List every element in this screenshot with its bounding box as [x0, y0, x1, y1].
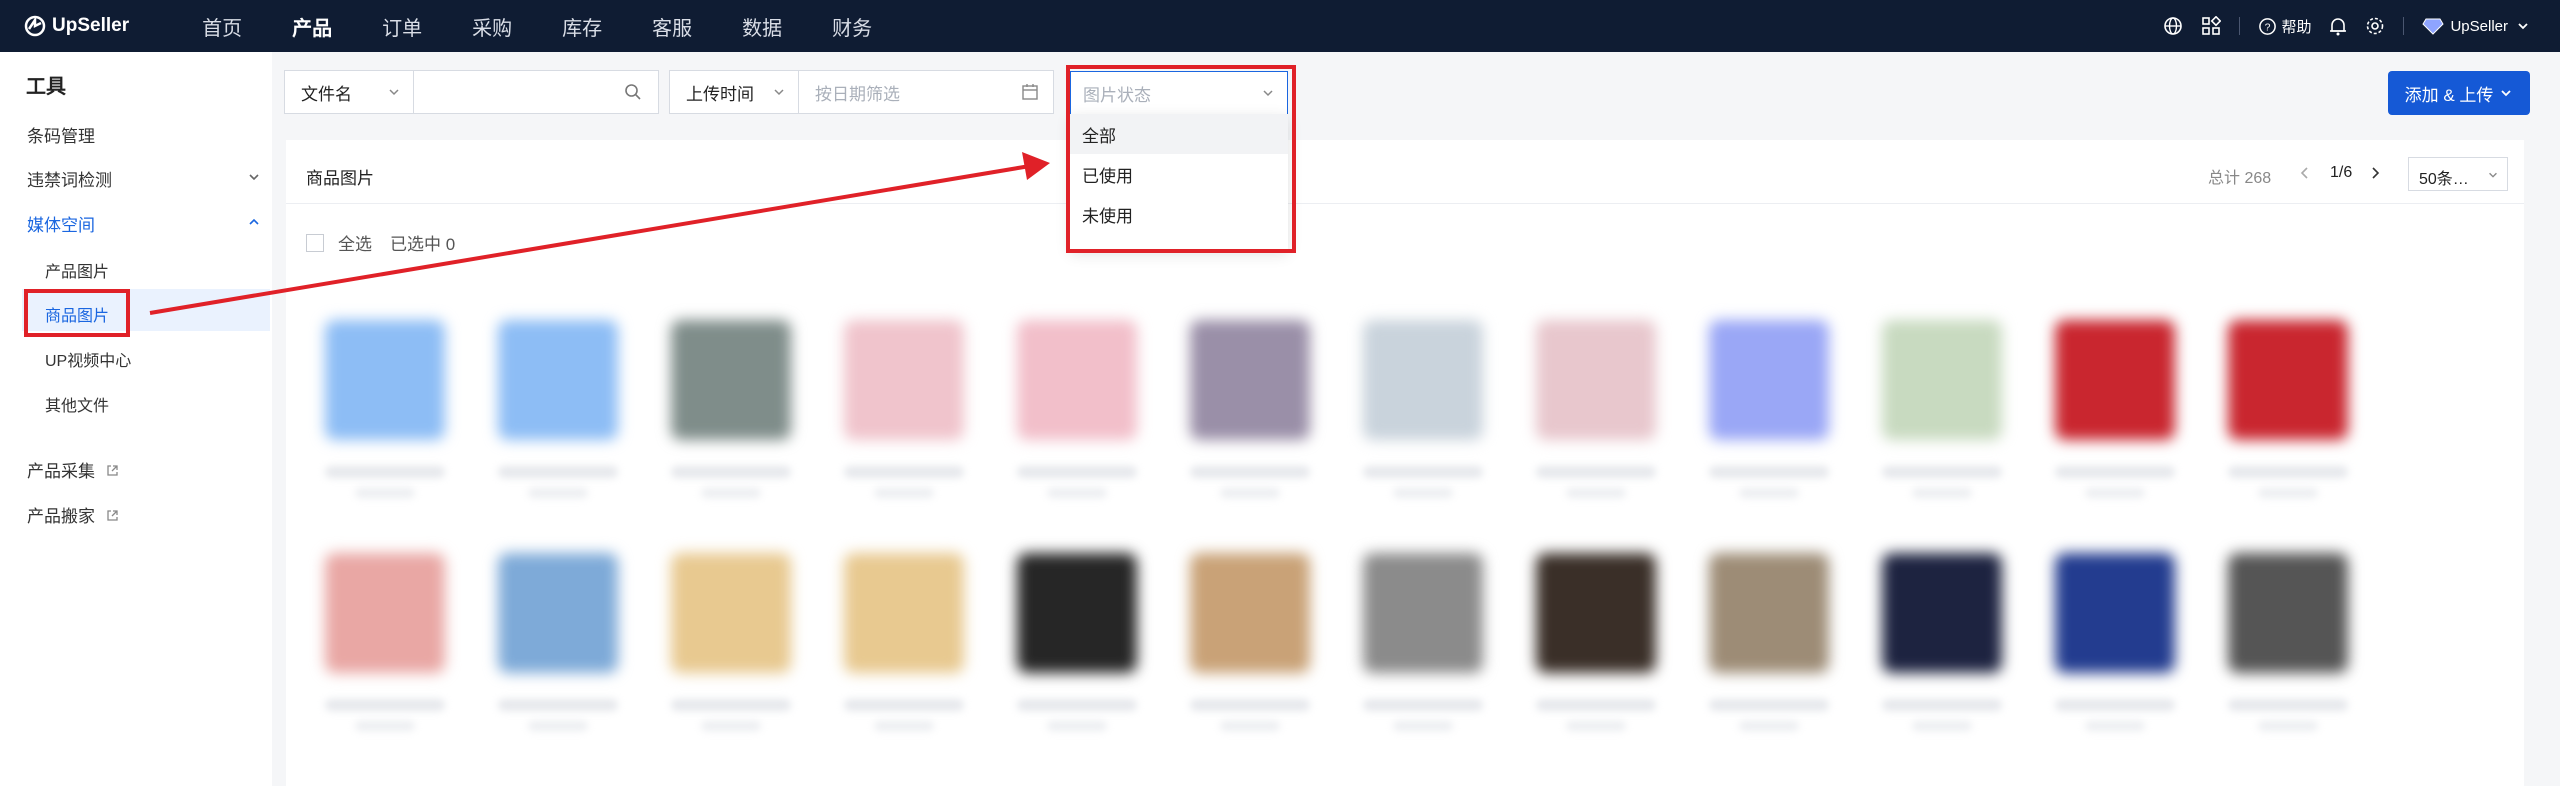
annotation-arrow	[149, 152, 1050, 315]
